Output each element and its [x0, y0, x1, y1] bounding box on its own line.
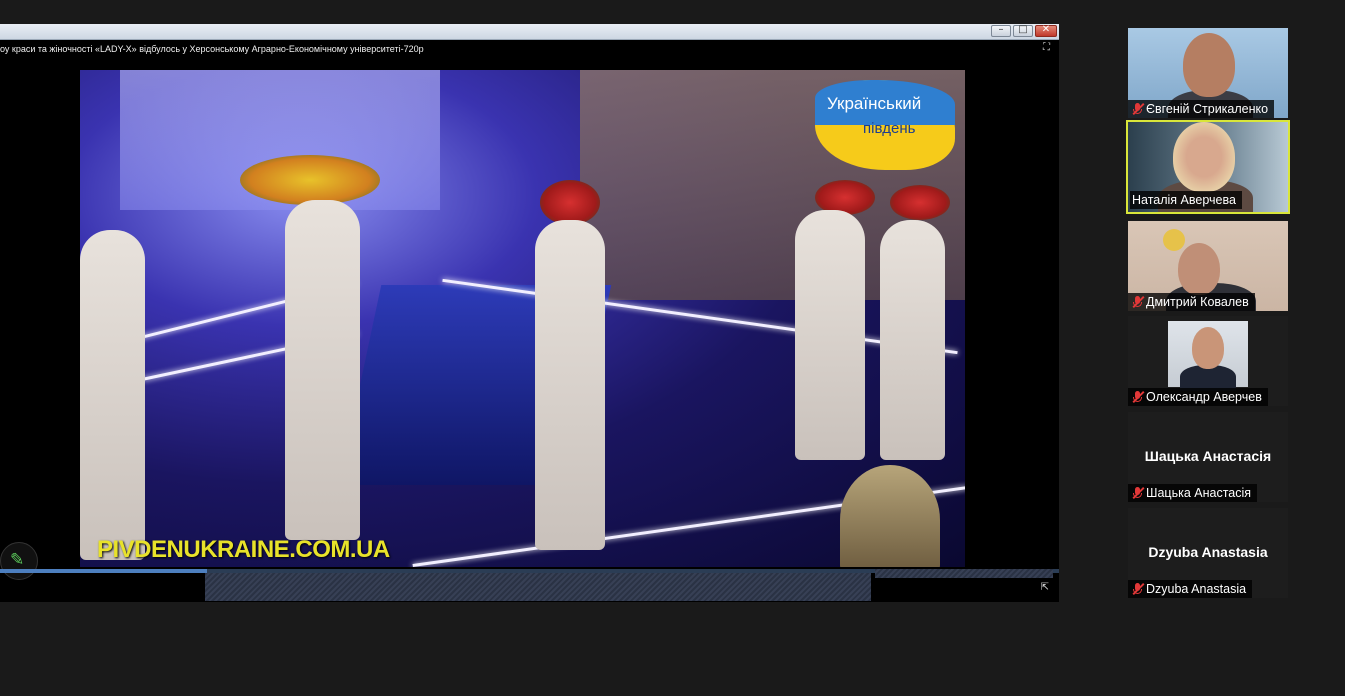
maximize-button[interactable]: □: [1013, 24, 1033, 37]
balloon: [1163, 229, 1185, 251]
model-figure: [285, 200, 360, 540]
participant-name-bar: Олександр Аверчев: [1128, 388, 1268, 406]
participant-name: Dzyuba Anastasia: [1146, 582, 1247, 596]
fullscreen-icon[interactable]: ⛶: [1043, 43, 1053, 53]
model-figure: [535, 220, 605, 550]
participant-name-bar: Dzyuba Anastasia: [1128, 580, 1253, 598]
annotate-button[interactable]: ✎: [0, 542, 38, 580]
participant-face: [1173, 122, 1235, 192]
mic-muted-icon: [1130, 582, 1146, 596]
flower-wreath: [540, 180, 600, 225]
model-figure: [880, 220, 945, 460]
participant-tile-active-speaker[interactable]: Наталія Аверчева: [1126, 120, 1290, 214]
mic-muted-icon: [1130, 390, 1146, 404]
participant-name-bar: Євгеній Стрикаленко: [1128, 100, 1275, 118]
channel-logo: Український південь: [815, 80, 955, 170]
participant-name-bar: Дмитрий Ковалев: [1128, 293, 1255, 311]
participant-tile[interactable]: Олександр Аверчев: [1128, 316, 1288, 406]
participant-tile[interactable]: Шацька Анастасія Шацька Анастасія: [1128, 412, 1288, 502]
mic-muted-icon: [1130, 295, 1146, 309]
participant-face: [1183, 33, 1235, 97]
close-icon: ✕: [1041, 24, 1051, 35]
minimize-icon: –: [998, 24, 1004, 35]
participant-face: [1192, 327, 1224, 369]
participant-tile[interactable]: Дмитрий Ковалев: [1128, 221, 1288, 311]
close-button[interactable]: ✕: [1035, 24, 1057, 37]
pencil-icon: ✎: [10, 550, 25, 570]
shared-screen-window: – □ ✕ оу краси та жіночності «LADY-X» ві…: [0, 24, 1059, 602]
participant-name: Шацька Анастасія: [1146, 486, 1252, 500]
mic-muted-icon: [1130, 102, 1146, 116]
participant-name: Євгеній Стрикаленко: [1146, 102, 1269, 116]
minimize-button[interactable]: –: [991, 24, 1011, 37]
video-control-panel[interactable]: [205, 573, 871, 601]
participant-name-bar: Наталія Аверчева: [1130, 191, 1242, 209]
participant-tile[interactable]: Євгеній Стрикаленко: [1128, 28, 1288, 118]
popout-icon[interactable]: ⇱: [1041, 582, 1049, 593]
participant-name: Дмитрий Ковалев: [1146, 295, 1249, 309]
participant-name-bar: Шацька Анастасія: [1128, 484, 1258, 502]
participant-name: Олександр Аверчев: [1146, 390, 1262, 404]
mic-muted-icon: [1130, 486, 1146, 500]
maximize-icon: □: [1018, 24, 1028, 35]
video-watermark: PIVDENUKRAINE.COM.UA: [97, 536, 390, 563]
participant-name: Наталія Аверчева: [1132, 193, 1236, 207]
video-player[interactable]: Український південь PIVDENUKRAINE.COM.UA: [80, 70, 965, 567]
profile-photo: [1168, 321, 1248, 391]
model-figure: [80, 230, 145, 560]
volume-strip[interactable]: [875, 569, 1053, 578]
video-progress-fill: [0, 569, 207, 573]
logo-line1: Український: [827, 94, 922, 113]
participant-display-name: Шацька Анастасія: [1144, 448, 1272, 464]
window-titlebar[interactable]: – □ ✕: [0, 24, 1059, 40]
sunflower-wreath: [240, 155, 380, 205]
photographer: [840, 465, 940, 567]
video-title: оу краси та жіночності «LADY-X» відбулос…: [0, 44, 424, 54]
participant-face: [1178, 243, 1220, 295]
participant-display-name: Dzyuba Anastasia: [1148, 544, 1268, 560]
logo-line2: південь: [863, 120, 916, 137]
model-figure: [795, 210, 865, 460]
window-controls: – □ ✕: [991, 24, 1057, 37]
flower-wreath: [890, 185, 950, 220]
participant-tile[interactable]: Dzyuba Anastasia Dzyuba Anastasia: [1128, 508, 1288, 598]
